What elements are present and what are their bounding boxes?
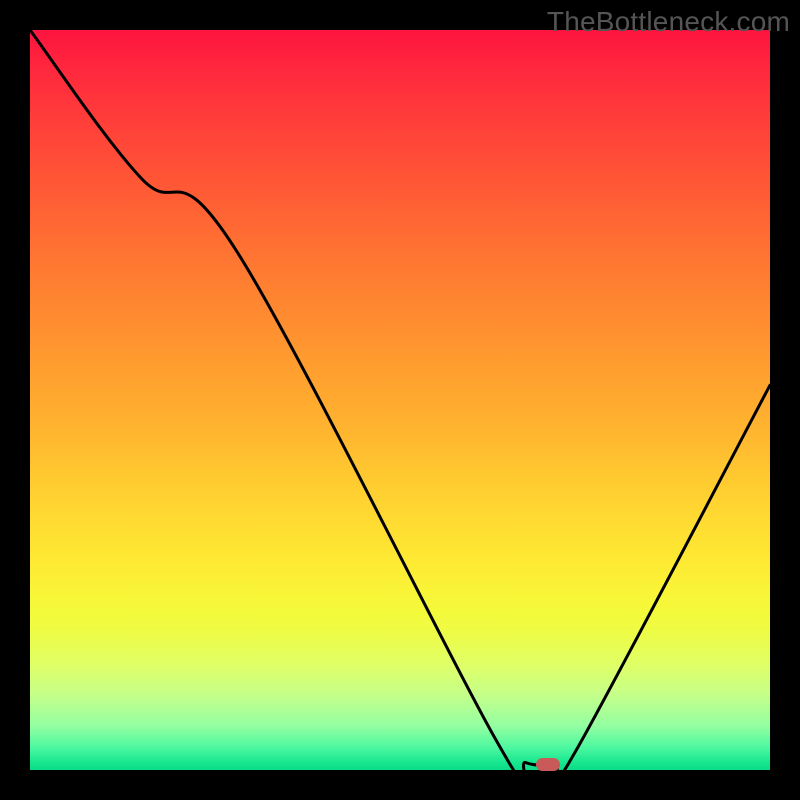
chart-container: TheBottleneck.com (0, 0, 800, 800)
watermark-text: TheBottleneck.com (547, 6, 790, 38)
optimal-marker (536, 758, 560, 771)
plot-area (30, 30, 770, 770)
gradient-background (30, 30, 770, 770)
